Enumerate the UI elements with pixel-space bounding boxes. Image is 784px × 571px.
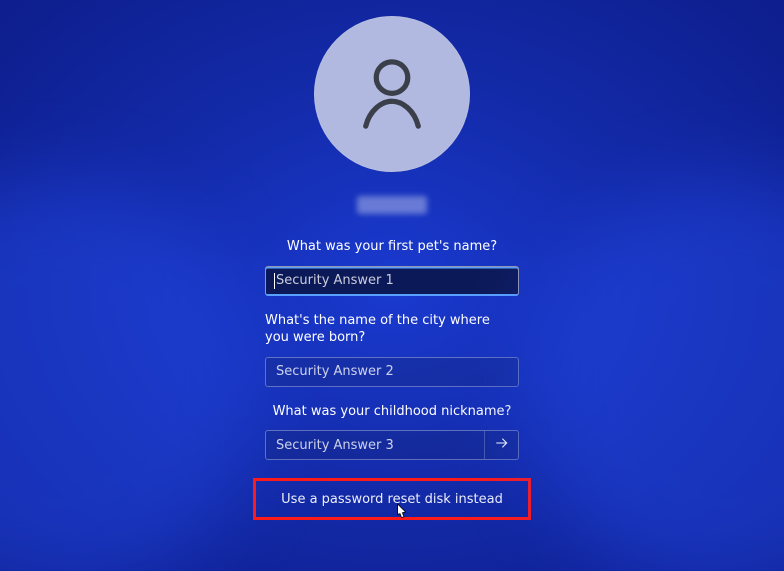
- answer-1-input[interactable]: Security Answer 1: [265, 266, 519, 296]
- answer-3-placeholder: Security Answer 3: [276, 438, 394, 453]
- question-2-prompt: What's the name of the city where you we…: [265, 312, 505, 347]
- question-3-prompt: What was your childhood nickname?: [273, 403, 512, 421]
- answer-3-input[interactable]: Security Answer 3: [265, 430, 519, 460]
- username-label: [357, 196, 427, 214]
- login-security-questions-screen: What was your first pet's name? Security…: [0, 0, 784, 571]
- answer-2-placeholder: Security Answer 2: [276, 364, 394, 379]
- submit-button[interactable]: [484, 431, 518, 459]
- person-icon: [350, 50, 434, 138]
- avatar: [314, 16, 470, 172]
- answer-1-placeholder: Security Answer 1: [276, 273, 394, 288]
- arrow-right-icon: [494, 435, 510, 455]
- reset-disk-link[interactable]: Use a password reset disk instead: [253, 478, 531, 520]
- reset-disk-link-label: Use a password reset disk instead: [281, 492, 503, 507]
- question-1-prompt: What was your first pet's name?: [287, 238, 497, 256]
- security-questions-form: What was your first pet's name? Security…: [265, 238, 519, 520]
- answer-2-input[interactable]: Security Answer 2: [265, 357, 519, 387]
